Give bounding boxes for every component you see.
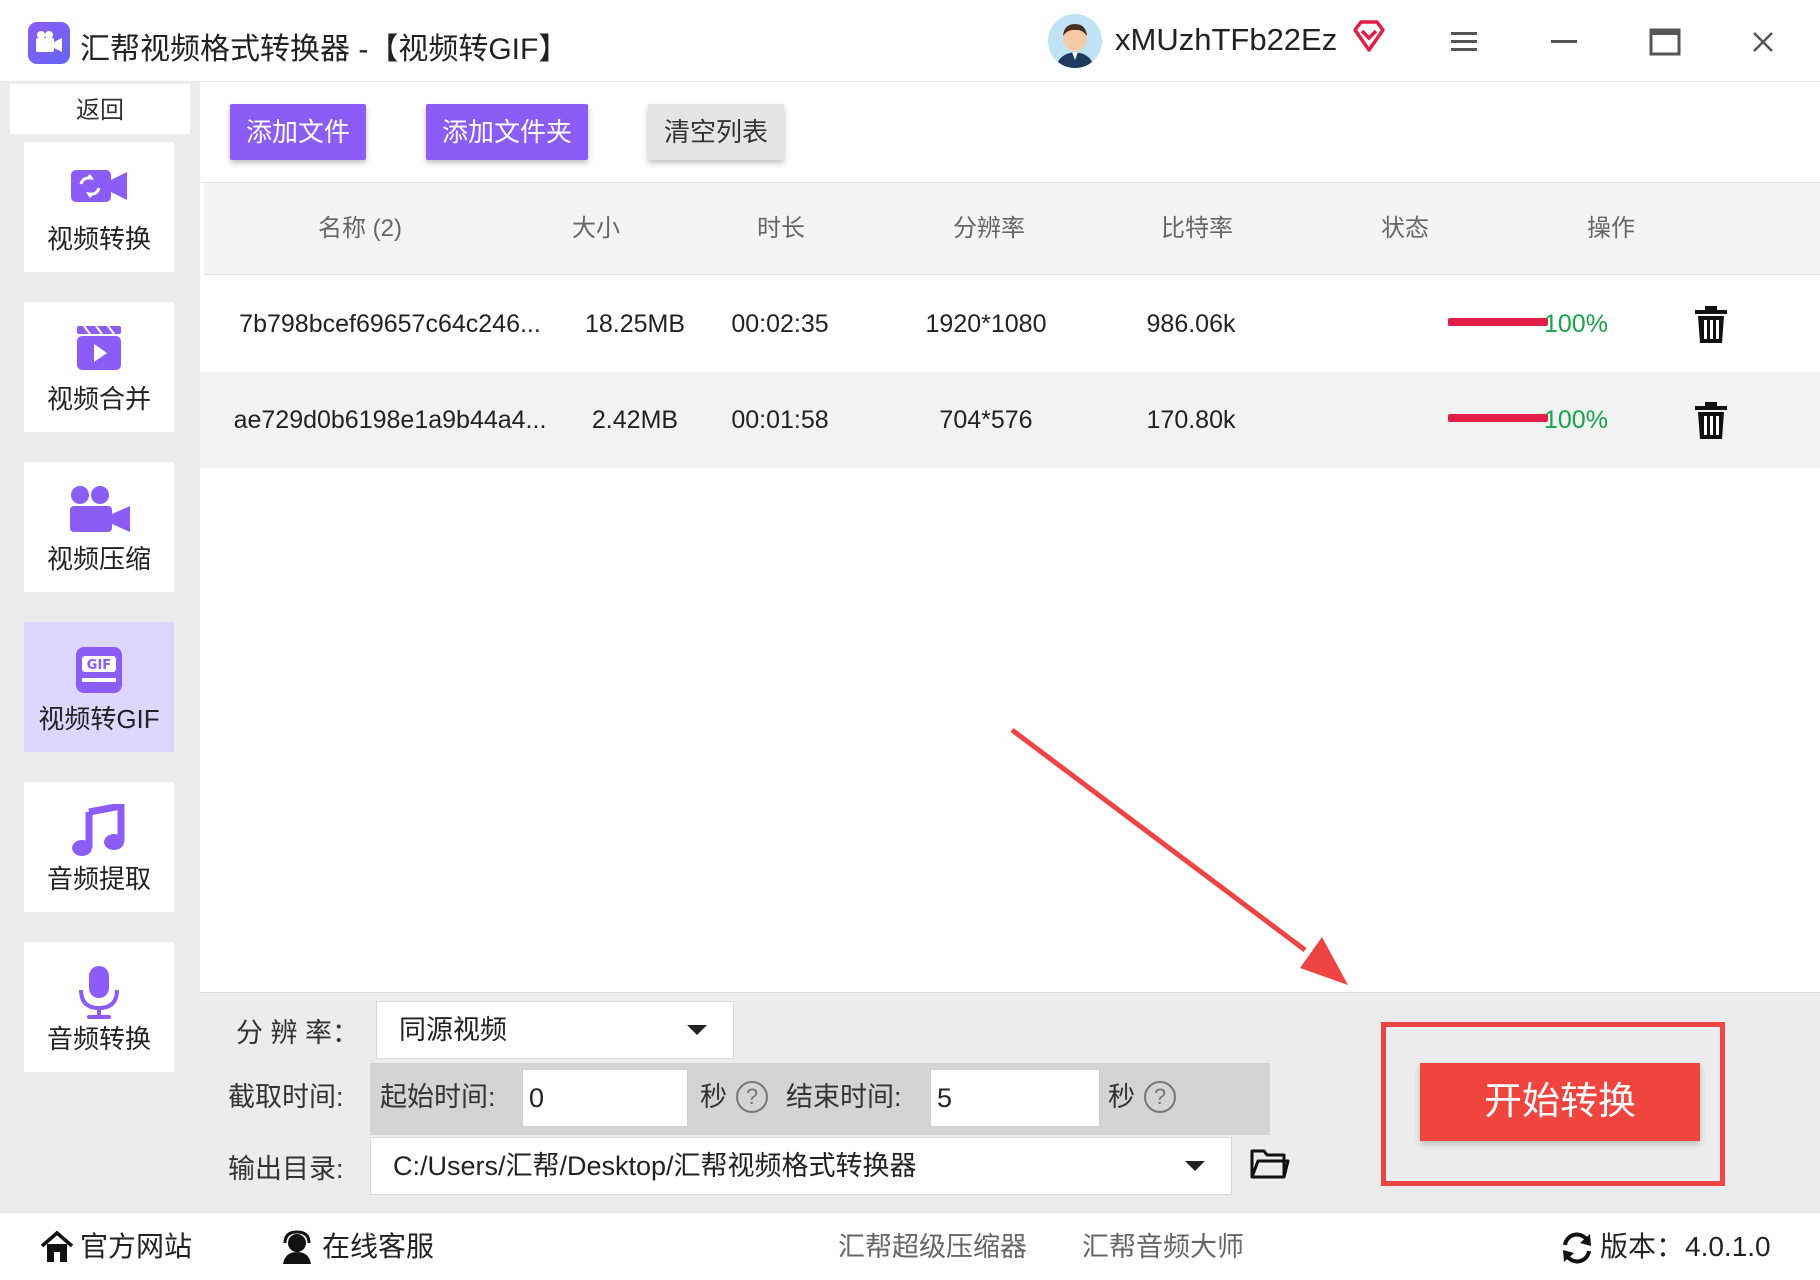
sidebar-item-label: 视频转换 <box>46 224 151 254</box>
clear-list-button[interactable]: 清空列表 <box>648 104 784 160</box>
super-compressor-link[interactable]: 汇帮超级压缩器 <box>838 1213 1027 1280</box>
version-number: 4.0.1.0 <box>1685 1231 1771 1262</box>
app-window: 汇帮视频格式转换器 -【视频转GIF】 xMUzhTFb22Ez 返回 视频转换… <box>0 0 1820 1280</box>
menu-icon[interactable] <box>1440 18 1490 66</box>
trash-icon[interactable] <box>1694 402 1728 445</box>
music-note-icon <box>71 801 127 863</box>
add-file-button[interactable]: 添加文件 <box>230 104 366 160</box>
clip-time-group: 起始时间: 0 秒 ? 结束时间: 5 秒 ? <box>370 1063 1270 1135</box>
seconds-unit: 秒 <box>700 1082 727 1112</box>
table-header: 名称 (2) 大小 时长 分辨率 比特率 状态 操作 <box>204 183 1820 275</box>
sidebar-item-label: 视频压缩 <box>46 544 151 574</box>
file-table: 名称 (2) 大小 时长 分辨率 比特率 状态 操作 7b798bcef6965… <box>200 182 1820 992</box>
seconds-unit: 秒 <box>1108 1082 1135 1112</box>
user-avatar[interactable] <box>1048 14 1102 68</box>
sidebar-item-label: 音频转换 <box>46 1024 151 1054</box>
resolution-label: 分 辨 率： <box>236 1018 360 1048</box>
status-bar: 官方网站 在线客服 汇帮超级压缩器 汇帮音频大师 版本： 4.0.1.0 <box>0 1212 1820 1280</box>
start-convert-button[interactable]: 开始转换 <box>1420 1063 1700 1141</box>
file-bitrate: 986.06k <box>1146 310 1236 338</box>
audio-master-link[interactable]: 汇帮音频大师 <box>1082 1213 1244 1280</box>
file-size: 18.25MB <box>584 310 686 338</box>
sidebar-item-video-to-gif[interactable]: GIF 视频转GIF <box>24 622 174 752</box>
sidebar-item-video-merge[interactable]: 视频合并 <box>24 302 174 432</box>
resolution-select[interactable]: 同源视频 <box>376 1001 734 1059</box>
end-time-label: 结束时间: <box>786 1082 902 1112</box>
output-dir-label: 输出目录: <box>228 1154 344 1184</box>
progress-bar <box>1448 318 1548 326</box>
window-title: 汇帮视频格式转换器 -【视频转GIF】 <box>80 33 569 66</box>
official-website-link[interactable]: 官方网站 <box>80 1213 192 1280</box>
column-header-status[interactable]: 状态 <box>1302 183 1508 275</box>
gif-icon: GIF <box>73 644 125 701</box>
table-row[interactable]: ae729d0b6198e1a9b44a4... 2.42MB 00:01:58… <box>200 372 1820 468</box>
help-icon[interactable]: ? <box>736 1081 768 1113</box>
title-bar: 汇帮视频格式转换器 -【视频转GIF】 xMUzhTFb22Ez <box>0 0 1820 82</box>
video-merge-icon <box>74 324 124 377</box>
file-bitrate: 170.80k <box>1146 406 1236 434</box>
customer-service-icon <box>280 1230 314 1269</box>
sidebar-item-video-compress[interactable]: 视频压缩 <box>24 462 174 592</box>
help-icon[interactable]: ? <box>1144 1081 1176 1113</box>
video-compress-icon <box>66 484 132 539</box>
file-duration: 00:01:58 <box>731 406 829 434</box>
file-duration: 00:02:35 <box>731 310 829 338</box>
microphone-icon <box>77 964 121 1025</box>
table-row[interactable]: 7b798bcef69657c64c246... 18.25MB 00:02:3… <box>200 276 1820 372</box>
sidebar-item-audio-convert[interactable]: 音频转换 <box>24 942 174 1072</box>
chevron-down-icon <box>687 1025 707 1035</box>
home-icon <box>40 1230 74 1269</box>
column-header-bitrate[interactable]: 比特率 <box>1092 183 1302 275</box>
output-dir-value: C:/Users/汇帮/Desktop/汇帮视频格式转换器 <box>393 1151 917 1181</box>
output-dir-select[interactable]: C:/Users/汇帮/Desktop/汇帮视频格式转换器 <box>370 1137 1232 1195</box>
maximize-icon[interactable] <box>1640 18 1690 66</box>
column-header-duration[interactable]: 时长 <box>676 183 886 275</box>
clip-time-label: 截取时间: <box>228 1082 344 1112</box>
sidebar-item-label: 视频合并 <box>46 384 151 414</box>
add-folder-button[interactable]: 添加文件夹 <box>426 104 588 160</box>
close-icon[interactable] <box>1738 18 1788 66</box>
trash-icon[interactable] <box>1694 306 1728 349</box>
vip-diamond-icon[interactable] <box>1351 18 1387 59</box>
column-header-resolution[interactable]: 分辨率 <box>886 183 1092 275</box>
back-button[interactable]: 返回 <box>10 84 190 134</box>
start-time-input[interactable]: 0 <box>522 1069 688 1127</box>
file-name: 7b798bcef69657c64c246... <box>239 310 541 338</box>
file-name: ae729d0b6198e1a9b44a4... <box>233 406 547 434</box>
svg-text:GIF: GIF <box>87 658 111 673</box>
chevron-down-icon <box>1185 1161 1205 1171</box>
progress-bar <box>1448 414 1548 422</box>
sidebar-item-audio-extract[interactable]: 音频提取 <box>24 782 174 912</box>
username[interactable]: xMUzhTFb22Ez <box>1115 22 1337 58</box>
file-size: 2.42MB <box>591 406 679 434</box>
refresh-icon[interactable] <box>1560 1231 1594 1270</box>
progress-percent: 100% <box>1544 310 1608 338</box>
version-label: 版本： <box>1600 1231 1685 1262</box>
column-header-actions: 操作 <box>1587 215 1635 242</box>
column-header-name[interactable]: 名称 (2) <box>204 183 516 275</box>
folder-open-icon[interactable] <box>1250 1147 1290 1186</box>
sidebar-item-video-convert[interactable]: 视频转换 <box>24 142 174 272</box>
start-time-label: 起始时间: <box>380 1082 496 1112</box>
sidebar-item-label: 视频转GIF <box>38 704 160 734</box>
minimize-icon[interactable] <box>1540 18 1590 66</box>
app-logo-icon <box>28 22 70 64</box>
column-header-size[interactable]: 大小 <box>516 183 676 275</box>
file-resolution: 1920*1080 <box>925 310 1047 338</box>
video-convert-icon <box>69 164 129 213</box>
end-time-input[interactable]: 5 <box>930 1069 1100 1127</box>
progress-percent: 100% <box>1544 406 1608 434</box>
online-support-link[interactable]: 在线客服 <box>322 1213 434 1280</box>
file-resolution: 704*576 <box>939 406 1033 434</box>
toolbar: 添加文件 添加文件夹 清空列表 <box>200 82 1820 182</box>
sidebar: 返回 视频转换 视频合并 视频压缩 GIF 视频转GIF 音频提取 音频转换 <box>0 82 200 1212</box>
resolution-select-value: 同源视频 <box>399 1015 507 1045</box>
sidebar-item-label: 音频提取 <box>46 864 151 894</box>
